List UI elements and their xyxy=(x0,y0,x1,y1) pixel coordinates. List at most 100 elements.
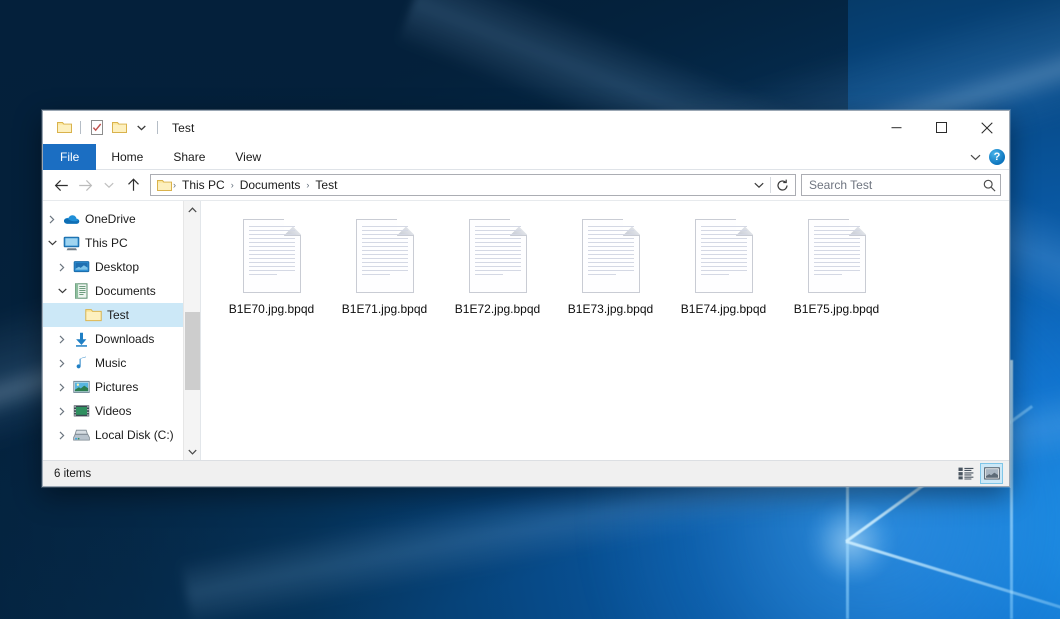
sidebar-item-label: OneDrive xyxy=(85,212,136,226)
up-button[interactable] xyxy=(121,173,145,197)
details-view-button[interactable] xyxy=(954,463,977,484)
address-bar[interactable]: › This PC › Documents › Test xyxy=(150,174,796,196)
harddisk-icon xyxy=(71,427,91,443)
chevron-down-icon[interactable] xyxy=(130,117,152,139)
breadcrumb-this-pc[interactable]: This PC xyxy=(177,178,230,192)
view-toggle-group xyxy=(954,463,1003,484)
list-item[interactable]: B1E71.jpg.bpqd xyxy=(328,215,441,337)
document-lines xyxy=(249,226,295,287)
help-icon[interactable]: ? xyxy=(989,149,1005,165)
sidebar-item-label: Music xyxy=(95,356,126,370)
properties-icon[interactable] xyxy=(86,117,108,139)
list-item[interactable]: B1E74.jpg.bpqd xyxy=(667,215,780,337)
generic-document-icon xyxy=(469,219,527,293)
videos-icon xyxy=(71,403,91,419)
list-item[interactable]: B1E75.jpg.bpqd xyxy=(780,215,893,337)
file-explorer-window: Test File Home Share View ? xyxy=(42,110,1010,487)
chevron-down-icon[interactable] xyxy=(970,150,981,164)
chevron-right-icon[interactable] xyxy=(53,399,71,423)
sidebar-item-this-pc[interactable]: This PC xyxy=(43,231,200,255)
sidebar-item-onedrive[interactable]: OneDrive xyxy=(43,207,200,231)
document-lines xyxy=(814,226,860,287)
large-icons-view-button[interactable] xyxy=(980,463,1003,484)
sidebar-item-pictures[interactable]: Pictures xyxy=(43,375,200,399)
explorer-body: OneDrive This PC xyxy=(43,200,1009,460)
new-folder-icon[interactable] xyxy=(108,117,130,139)
sidebar-item-videos[interactable]: Videos xyxy=(43,399,200,423)
file-list-pane[interactable]: B1E70.jpg.bpqd B1E71.jpg.bpqd xyxy=(201,201,1009,460)
sidebar-item-label: Local Disk (C:) xyxy=(95,428,174,442)
document-lines xyxy=(701,226,747,287)
breadcrumb-documents[interactable]: Documents xyxy=(235,178,306,192)
file-grid: B1E70.jpg.bpqd B1E71.jpg.bpqd xyxy=(215,215,1009,337)
monitor-icon xyxy=(61,235,81,251)
window-controls xyxy=(874,111,1009,144)
file-name: B1E71.jpg.bpqd xyxy=(342,302,427,316)
chevron-right-icon[interactable] xyxy=(53,327,71,351)
close-button[interactable] xyxy=(964,111,1009,144)
search-icon[interactable] xyxy=(983,179,996,192)
chevron-down-icon[interactable] xyxy=(749,175,768,195)
list-item[interactable]: B1E73.jpg.bpqd xyxy=(554,215,667,337)
pictures-icon xyxy=(71,379,91,395)
folder-icon[interactable] xyxy=(53,117,75,139)
generic-document-icon xyxy=(808,219,866,293)
folder-icon[interactable] xyxy=(155,179,172,192)
tab-view[interactable]: View xyxy=(220,144,276,170)
chevron-right-icon[interactable] xyxy=(53,423,71,447)
sidebar-item-desktop[interactable]: Desktop xyxy=(43,255,200,279)
address-bar-row: › This PC › Documents › Test xyxy=(43,170,1009,200)
chevron-right-icon[interactable] xyxy=(53,375,71,399)
ribbon-tab-bar: File Home Share View ? xyxy=(43,144,1009,170)
document-lines xyxy=(362,226,408,287)
scroll-up-icon[interactable] xyxy=(184,201,201,218)
chevron-down-icon[interactable] xyxy=(43,231,61,255)
cloud-icon xyxy=(61,211,81,227)
item-count-label: 6 items xyxy=(54,468,91,480)
sidebar-item-local-disk-c[interactable]: Local Disk (C:) xyxy=(43,423,200,447)
navpane-scrollbar[interactable] xyxy=(183,201,200,460)
back-button[interactable] xyxy=(49,173,73,197)
sidebar-item-downloads[interactable]: Downloads xyxy=(43,327,200,351)
generic-document-icon xyxy=(356,219,414,293)
file-name: B1E73.jpg.bpqd xyxy=(568,302,653,316)
chevron-down-icon[interactable] xyxy=(53,279,71,303)
quick-access-toolbar: Test xyxy=(43,111,194,144)
chevron-right-icon[interactable] xyxy=(53,351,71,375)
sidebar-item-label: Test xyxy=(107,308,129,322)
file-name: B1E70.jpg.bpqd xyxy=(229,302,314,316)
scroll-down-icon[interactable] xyxy=(184,443,201,460)
sidebar-item-test[interactable]: Test xyxy=(43,303,200,327)
scrollbar-track[interactable] xyxy=(184,218,201,443)
chevron-right-icon[interactable] xyxy=(43,207,61,231)
list-item[interactable]: B1E70.jpg.bpqd xyxy=(215,215,328,337)
scrollbar-thumb[interactable] xyxy=(185,312,200,390)
sidebar-item-label: Pictures xyxy=(95,380,138,394)
recent-locations-button[interactable] xyxy=(97,173,121,197)
chevron-right-icon[interactable] xyxy=(53,255,71,279)
minimize-button[interactable] xyxy=(874,111,919,144)
tab-share[interactable]: Share xyxy=(158,144,220,170)
tab-file[interactable]: File xyxy=(43,144,96,170)
list-item[interactable]: B1E72.jpg.bpqd xyxy=(441,215,554,337)
toolbar-divider xyxy=(157,121,158,134)
sidebar-item-music[interactable]: Music xyxy=(43,351,200,375)
music-icon xyxy=(71,355,91,371)
maximize-button[interactable] xyxy=(919,111,964,144)
search-input[interactable] xyxy=(809,178,983,192)
tab-home[interactable]: Home xyxy=(96,144,158,170)
file-name: B1E75.jpg.bpqd xyxy=(794,302,879,316)
window-title: Test xyxy=(172,121,194,135)
refresh-icon[interactable] xyxy=(773,175,792,195)
toolbar-divider xyxy=(80,121,81,134)
forward-button[interactable] xyxy=(73,173,97,197)
generic-document-icon xyxy=(243,219,301,293)
folder-icon xyxy=(83,307,103,323)
downloads-icon xyxy=(71,331,91,347)
desktop-icon xyxy=(71,259,91,275)
navigation-pane: OneDrive This PC xyxy=(43,201,201,460)
breadcrumb-test[interactable]: Test xyxy=(310,178,342,192)
search-box[interactable] xyxy=(801,174,1001,196)
sidebar-item-documents[interactable]: Documents xyxy=(43,279,200,303)
title-bar[interactable]: Test xyxy=(43,111,1009,144)
